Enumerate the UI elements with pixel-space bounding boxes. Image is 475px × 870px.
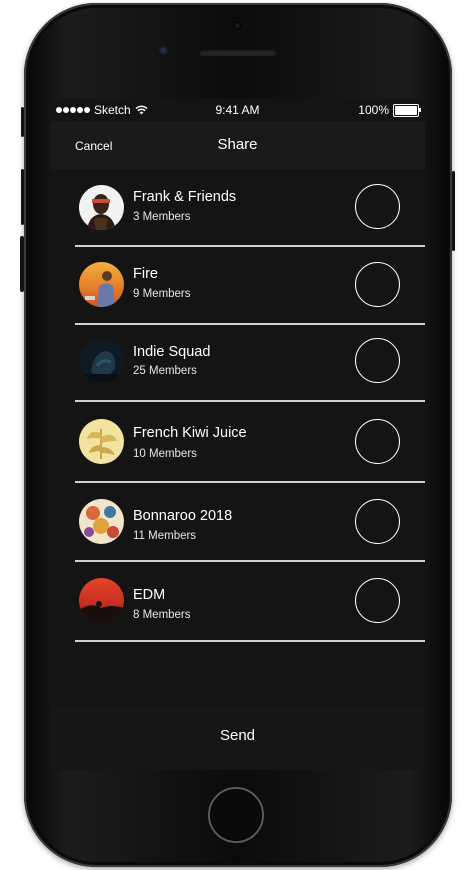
status-bar: Sketch 9:41 AM 100% xyxy=(50,99,425,121)
navigation-bar: Cancel Share xyxy=(50,121,425,169)
volume-down-button xyxy=(20,236,24,292)
select-toggle[interactable] xyxy=(355,338,400,383)
list-item[interactable]: EDM 8 Members xyxy=(75,562,425,642)
group-avatar xyxy=(79,338,124,383)
battery-percent: 100% xyxy=(358,103,389,117)
group-member-count: 9 Members xyxy=(133,288,191,300)
list-item[interactable]: French Kiwi Juice 10 Members xyxy=(75,402,425,483)
select-toggle[interactable] xyxy=(355,578,400,623)
group-name: Frank & Friends xyxy=(133,189,237,205)
select-toggle[interactable] xyxy=(355,262,400,307)
group-avatar xyxy=(79,499,124,544)
power-button xyxy=(452,171,455,251)
send-bar: Send xyxy=(50,707,425,770)
list-item[interactable]: Indie Squad 25 Members xyxy=(75,325,425,402)
group-name: Fire xyxy=(133,266,158,282)
group-name: French Kiwi Juice xyxy=(133,425,247,441)
group-member-count: 8 Members xyxy=(133,609,191,621)
front-camera-icon xyxy=(158,45,170,57)
group-avatar xyxy=(79,262,124,307)
send-button[interactable]: Send xyxy=(50,727,425,744)
group-member-count: 3 Members xyxy=(133,211,191,223)
group-name: Bonnaroo 2018 xyxy=(133,508,233,524)
list-item[interactable]: Frank & Friends 3 Members xyxy=(75,169,425,247)
home-button[interactable] xyxy=(208,787,264,843)
group-avatar xyxy=(79,419,124,464)
select-toggle[interactable] xyxy=(355,419,400,464)
list-item[interactable]: Bonnaroo 2018 11 Members xyxy=(75,483,425,562)
status-right: 100% xyxy=(358,103,421,117)
page-title: Share xyxy=(217,136,258,153)
group-avatar xyxy=(79,578,124,623)
battery-icon xyxy=(393,103,421,117)
list-item[interactable]: Fire 9 Members xyxy=(75,247,425,325)
proximity-sensor xyxy=(233,21,242,30)
group-list: Frank & Friends 3 Members Fire 9 Members… xyxy=(75,169,425,642)
mute-switch xyxy=(21,107,24,137)
group-member-count: 25 Members xyxy=(133,365,197,377)
volume-up-button xyxy=(21,169,24,225)
group-member-count: 11 Members xyxy=(133,530,197,542)
group-name: EDM xyxy=(133,587,166,603)
group-name: Indie Squad xyxy=(133,344,211,360)
select-toggle[interactable] xyxy=(355,499,400,544)
group-avatar xyxy=(79,185,124,230)
group-member-count: 10 Members xyxy=(133,448,197,460)
screen: Sketch 9:41 AM 100% Cancel Share Frank &… xyxy=(50,99,425,770)
select-toggle[interactable] xyxy=(355,184,400,229)
earpiece-speaker xyxy=(199,49,277,56)
